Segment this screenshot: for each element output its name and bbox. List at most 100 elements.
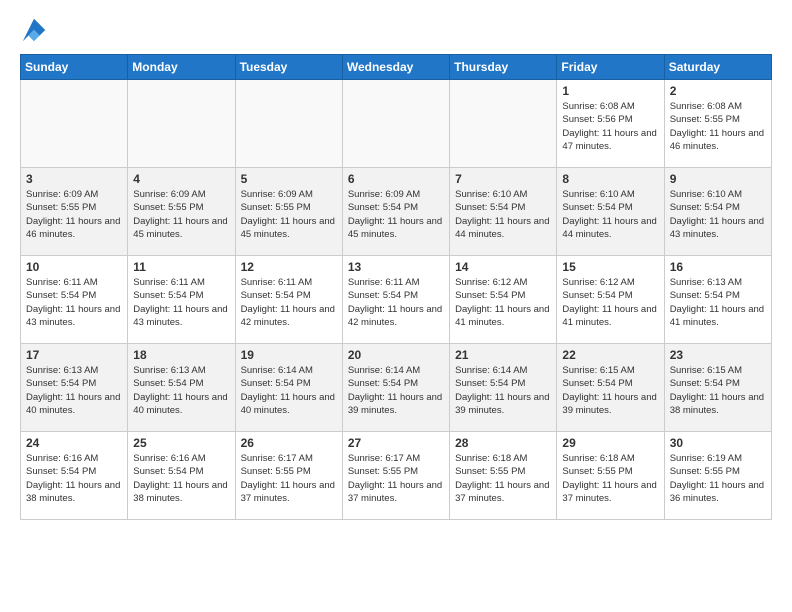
day-number: 3 [26,172,122,186]
cell-text: Sunrise: 6:18 AM Sunset: 5:55 PM Dayligh… [562,452,658,505]
cal-cell-5-6: 29 Sunrise: 6:18 AM Sunset: 5:55 PM Dayli… [557,432,664,520]
day-number: 7 [455,172,551,186]
cal-cell-1-4 [342,80,449,168]
cal-cell-3-5: 14 Sunrise: 6:12 AM Sunset: 5:54 PM Dayli… [450,256,557,344]
cal-cell-3-4: 13 Sunrise: 6:11 AM Sunset: 5:54 PM Dayli… [342,256,449,344]
cal-cell-3-7: 16 Sunrise: 6:13 AM Sunset: 5:54 PM Dayli… [664,256,771,344]
cell-text: Sunrise: 6:09 AM Sunset: 5:55 PM Dayligh… [26,188,122,241]
header-row: SundayMondayTuesdayWednesdayThursdayFrid… [21,55,772,80]
day-number: 28 [455,436,551,450]
week-row-1: 1 Sunrise: 6:08 AM Sunset: 5:56 PM Daylig… [21,80,772,168]
cell-text: Sunrise: 6:08 AM Sunset: 5:56 PM Dayligh… [562,100,658,153]
day-number: 25 [133,436,229,450]
cal-cell-5-5: 28 Sunrise: 6:18 AM Sunset: 5:55 PM Dayli… [450,432,557,520]
week-row-5: 24 Sunrise: 6:16 AM Sunset: 5:54 PM Dayli… [21,432,772,520]
cell-text: Sunrise: 6:10 AM Sunset: 5:54 PM Dayligh… [455,188,551,241]
cal-cell-2-1: 3 Sunrise: 6:09 AM Sunset: 5:55 PM Daylig… [21,168,128,256]
cal-cell-5-7: 30Sunrise: 6:19 AM Sunset: 5:55 PM Dayli… [664,432,771,520]
cell-text: Sunrise: 6:13 AM Sunset: 5:54 PM Dayligh… [26,364,122,417]
day-header-friday: Friday [557,55,664,80]
day-header-saturday: Saturday [664,55,771,80]
logo-icon [20,16,48,44]
day-number: 26 [241,436,337,450]
cal-cell-1-5 [450,80,557,168]
day-number: 6 [348,172,444,186]
week-row-4: 17 Sunrise: 6:13 AM Sunset: 5:54 PM Dayli… [21,344,772,432]
cal-cell-2-2: 4 Sunrise: 6:09 AM Sunset: 5:55 PM Daylig… [128,168,235,256]
cell-text: Sunrise: 6:16 AM Sunset: 5:54 PM Dayligh… [133,452,229,505]
day-header-monday: Monday [128,55,235,80]
day-number: 1 [562,84,658,98]
day-number: 8 [562,172,658,186]
cal-cell-4-7: 23 Sunrise: 6:15 AM Sunset: 5:54 PM Dayli… [664,344,771,432]
cal-cell-4-4: 20Sunrise: 6:14 AM Sunset: 5:54 PM Dayli… [342,344,449,432]
cal-cell-3-3: 12 Sunrise: 6:11 AM Sunset: 5:54 PM Dayli… [235,256,342,344]
cell-text: Sunrise: 6:11 AM Sunset: 5:54 PM Dayligh… [133,276,229,329]
page: SundayMondayTuesdayWednesdayThursdayFrid… [0,0,792,530]
cell-text: Sunrise: 6:13 AM Sunset: 5:54 PM Dayligh… [133,364,229,417]
cell-text: Sunrise: 6:11 AM Sunset: 5:54 PM Dayligh… [241,276,337,329]
cal-cell-2-7: 9 Sunrise: 6:10 AM Sunset: 5:54 PM Daylig… [664,168,771,256]
cal-cell-2-3: 5 Sunrise: 6:09 AM Sunset: 5:55 PM Daylig… [235,168,342,256]
cell-text: Sunrise: 6:10 AM Sunset: 5:54 PM Dayligh… [670,188,766,241]
week-row-3: 10Sunrise: 6:11 AM Sunset: 5:54 PM Dayli… [21,256,772,344]
cell-text: Sunrise: 6:18 AM Sunset: 5:55 PM Dayligh… [455,452,551,505]
cell-text: Sunrise: 6:15 AM Sunset: 5:54 PM Dayligh… [670,364,766,417]
day-number: 21 [455,348,551,362]
cell-text: Sunrise: 6:11 AM Sunset: 5:54 PM Dayligh… [26,276,122,329]
calendar-table: SundayMondayTuesdayWednesdayThursdayFrid… [20,54,772,520]
cell-text: Sunrise: 6:17 AM Sunset: 5:55 PM Dayligh… [348,452,444,505]
cal-cell-2-6: 8Sunrise: 6:10 AM Sunset: 5:54 PM Daylig… [557,168,664,256]
cal-cell-4-1: 17 Sunrise: 6:13 AM Sunset: 5:54 PM Dayli… [21,344,128,432]
day-number: 14 [455,260,551,274]
cell-text: Sunrise: 6:13 AM Sunset: 5:54 PM Dayligh… [670,276,766,329]
cal-cell-4-2: 18 Sunrise: 6:13 AM Sunset: 5:54 PM Dayli… [128,344,235,432]
day-header-sunday: Sunday [21,55,128,80]
day-number: 11 [133,260,229,274]
cal-cell-4-3: 19 Sunrise: 6:14 AM Sunset: 5:54 PM Dayli… [235,344,342,432]
day-number: 2 [670,84,766,98]
day-header-tuesday: Tuesday [235,55,342,80]
day-number: 30 [670,436,766,450]
cal-cell-1-7: 2 Sunrise: 6:08 AM Sunset: 5:55 PM Daylig… [664,80,771,168]
cell-text: Sunrise: 6:08 AM Sunset: 5:55 PM Dayligh… [670,100,766,153]
cell-text: Sunrise: 6:11 AM Sunset: 5:54 PM Dayligh… [348,276,444,329]
cal-cell-2-5: 7 Sunrise: 6:10 AM Sunset: 5:54 PM Daylig… [450,168,557,256]
cal-cell-1-6: 1 Sunrise: 6:08 AM Sunset: 5:56 PM Daylig… [557,80,664,168]
day-number: 5 [241,172,337,186]
cal-cell-3-2: 11 Sunrise: 6:11 AM Sunset: 5:54 PM Dayli… [128,256,235,344]
cal-cell-1-1 [21,80,128,168]
day-number: 18 [133,348,229,362]
cal-cell-3-6: 15Sunrise: 6:12 AM Sunset: 5:54 PM Dayli… [557,256,664,344]
cell-text: Sunrise: 6:14 AM Sunset: 5:54 PM Dayligh… [348,364,444,417]
day-number: 13 [348,260,444,274]
cell-text: Sunrise: 6:16 AM Sunset: 5:54 PM Dayligh… [26,452,122,505]
day-number: 9 [670,172,766,186]
day-number: 16 [670,260,766,274]
day-number: 29 [562,436,658,450]
cal-cell-5-3: 26 Sunrise: 6:17 AM Sunset: 5:55 PM Dayli… [235,432,342,520]
day-number: 12 [241,260,337,274]
day-header-wednesday: Wednesday [342,55,449,80]
day-number: 19 [241,348,337,362]
cell-text: Sunrise: 6:17 AM Sunset: 5:55 PM Dayligh… [241,452,337,505]
cell-text: Sunrise: 6:09 AM Sunset: 5:55 PM Dayligh… [133,188,229,241]
day-number: 23 [670,348,766,362]
cal-cell-5-1: 24 Sunrise: 6:16 AM Sunset: 5:54 PM Dayli… [21,432,128,520]
day-number: 22 [562,348,658,362]
day-number: 24 [26,436,122,450]
cell-text: Sunrise: 6:14 AM Sunset: 5:54 PM Dayligh… [455,364,551,417]
day-number: 17 [26,348,122,362]
cell-text: Sunrise: 6:12 AM Sunset: 5:54 PM Dayligh… [455,276,551,329]
day-number: 4 [133,172,229,186]
cal-cell-1-2 [128,80,235,168]
cal-cell-3-1: 10Sunrise: 6:11 AM Sunset: 5:54 PM Dayli… [21,256,128,344]
cell-text: Sunrise: 6:09 AM Sunset: 5:55 PM Dayligh… [241,188,337,241]
cal-cell-4-5: 21 Sunrise: 6:14 AM Sunset: 5:54 PM Dayli… [450,344,557,432]
cal-cell-1-3 [235,80,342,168]
cell-text: Sunrise: 6:14 AM Sunset: 5:54 PM Dayligh… [241,364,337,417]
cell-text: Sunrise: 6:09 AM Sunset: 5:54 PM Dayligh… [348,188,444,241]
cell-text: Sunrise: 6:15 AM Sunset: 5:54 PM Dayligh… [562,364,658,417]
cell-text: Sunrise: 6:12 AM Sunset: 5:54 PM Dayligh… [562,276,658,329]
day-header-thursday: Thursday [450,55,557,80]
